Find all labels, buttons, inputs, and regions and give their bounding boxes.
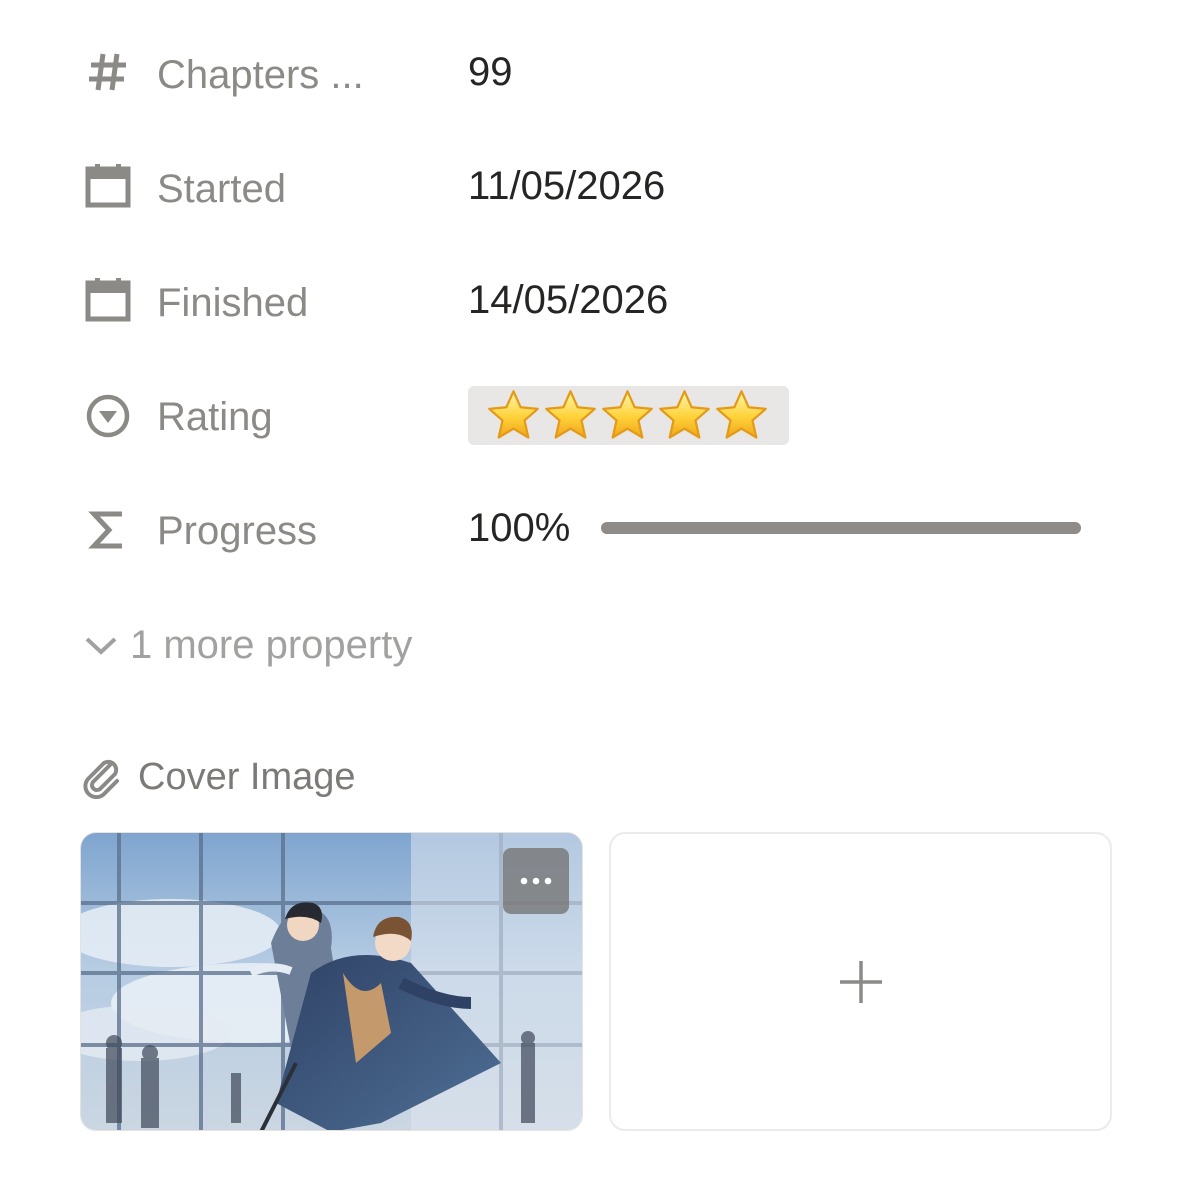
add-cover-image-button[interactable] [609, 832, 1112, 1131]
property-value[interactable]: 99 [468, 48, 513, 96]
star-icon [488, 390, 539, 439]
property-value[interactable]: 11/05/2026 [468, 162, 665, 210]
progress-percent: 100% [468, 506, 571, 550]
paperclip-icon [80, 755, 124, 799]
property-row-progress[interactable]: Progress 100% [0, 502, 1179, 582]
star-icon [602, 390, 653, 439]
more-properties-label: 1 more property [130, 622, 413, 667]
property-row-finished[interactable]: Finished 14/05/2026 [0, 274, 1179, 354]
sigma-icon [84, 506, 132, 554]
more-properties-toggle[interactable]: 1 more property [84, 620, 412, 670]
property-label: Finished [157, 281, 309, 325]
plus-icon [838, 959, 884, 1005]
more-options-icon [519, 876, 553, 886]
rating-value[interactable] [468, 386, 789, 445]
calendar-icon [84, 162, 132, 210]
chevron-down-icon [84, 633, 118, 657]
property-row-started[interactable]: Started 11/05/2026 [0, 160, 1179, 240]
star-icon [659, 390, 710, 439]
property-label: Started [157, 167, 286, 211]
hash-icon [84, 48, 132, 96]
property-label: Progress [157, 509, 318, 553]
cover-image-label: Cover Image [138, 755, 356, 798]
cover-image-thumbnail[interactable] [80, 832, 583, 1131]
star-icon [716, 390, 767, 439]
progress-bar [601, 522, 1081, 534]
property-label: Rating [157, 395, 273, 439]
star-icon [545, 390, 596, 439]
cover-image-header: Cover Image [80, 752, 356, 802]
property-row-chapters[interactable]: Chapters ... 99 [0, 46, 1179, 126]
more-options-button[interactable] [503, 848, 569, 914]
progress-bar-fill [601, 522, 1081, 534]
property-label: Chapters ... [157, 53, 364, 97]
calendar-icon [84, 276, 132, 324]
property-value[interactable]: 14/05/2026 [468, 276, 668, 324]
select-circle-icon [84, 392, 132, 440]
